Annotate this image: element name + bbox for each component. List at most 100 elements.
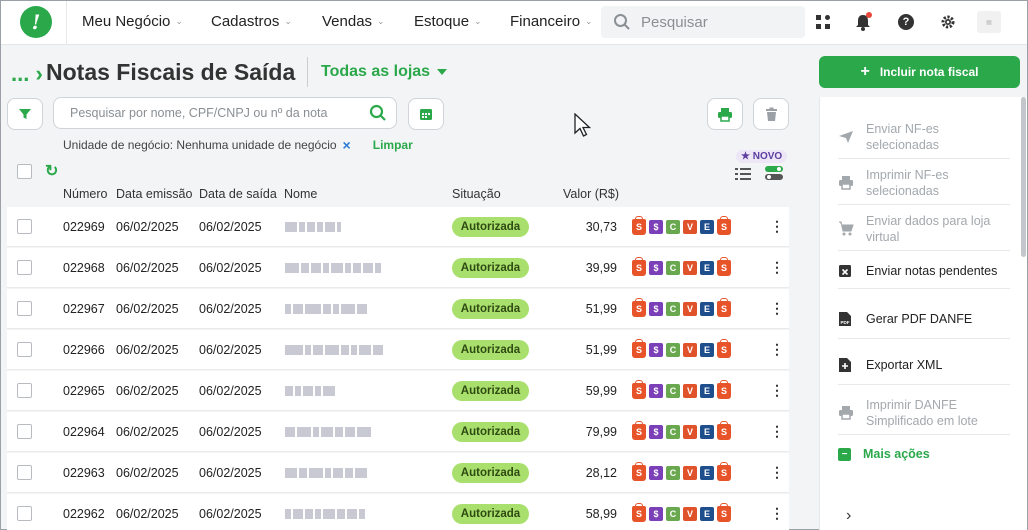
more-actions-button[interactable]: − Mais ações: [838, 447, 930, 461]
e-badge-icon[interactable]: E: [700, 302, 714, 316]
table-row[interactable]: 022963 06/02/2025 06/02/2025 Autorizada 28,1…: [7, 453, 789, 493]
row-menu-icon[interactable]: ⋮: [770, 505, 784, 522]
c-badge-icon[interactable]: C: [666, 466, 680, 480]
column-data-emissao[interactable]: Data emissão: [116, 187, 192, 201]
row-checkbox[interactable]: [17, 260, 32, 275]
c-badge-icon[interactable]: C: [666, 425, 680, 439]
column-nome[interactable]: Nome: [284, 187, 317, 201]
gear-icon[interactable]: [938, 12, 958, 32]
row-checkbox[interactable]: [17, 383, 32, 398]
table-row[interactable]: 022967 06/02/2025 06/02/2025 Autorizada 51,9…: [7, 289, 789, 329]
search-icon[interactable]: [360, 104, 396, 122]
shopping-bag-icon[interactable]: S: [717, 216, 731, 235]
c-badge-icon[interactable]: C: [666, 384, 680, 398]
add-invoice-button[interactable]: + Incluir nota fiscal: [819, 56, 1020, 88]
panel-action-3[interactable]: Enviar dados para loja virtual: [838, 207, 1010, 251]
dollar-icon[interactable]: $: [649, 425, 663, 439]
row-menu-icon[interactable]: ⋮: [770, 300, 784, 317]
row-menu-icon[interactable]: ⋮: [770, 341, 784, 358]
app-logo[interactable]: !: [20, 6, 52, 38]
chevron-right-icon[interactable]: ›: [846, 507, 851, 525]
shopping-bag-icon[interactable]: S: [717, 503, 731, 522]
panel-action-2[interactable]: Imprimir NF-es selecionadas: [838, 161, 1010, 205]
c-badge-icon[interactable]: C: [666, 343, 680, 357]
dollar-icon[interactable]: $: [649, 507, 663, 521]
search-input[interactable]: Pesquisar por nome, CPF/CNPJ ou nº da no…: [53, 97, 397, 129]
avatar[interactable]: ▦: [977, 11, 1001, 33]
shopping-bag-icon[interactable]: S: [632, 421, 646, 440]
c-badge-icon[interactable]: C: [666, 261, 680, 275]
shopping-bag-icon[interactable]: S: [632, 380, 646, 399]
date-filter-button[interactable]: [408, 98, 444, 130]
e-badge-icon[interactable]: E: [700, 466, 714, 480]
help-icon[interactable]: ?: [896, 12, 916, 32]
e-badge-icon[interactable]: E: [700, 507, 714, 521]
panel-action-4[interactable]: Enviar notas pendentes: [838, 253, 1010, 289]
e-badge-icon[interactable]: E: [700, 343, 714, 357]
nav-search-input[interactable]: Pesquisar: [601, 6, 805, 38]
shopping-bag-icon[interactable]: S: [632, 216, 646, 235]
v-badge-icon[interactable]: V: [683, 384, 697, 398]
c-badge-icon[interactable]: C: [666, 220, 680, 234]
shopping-bag-icon[interactable]: S: [717, 462, 731, 481]
e-badge-icon[interactable]: E: [700, 384, 714, 398]
row-checkbox[interactable]: [17, 506, 32, 521]
v-badge-icon[interactable]: V: [683, 343, 697, 357]
column-data-saida[interactable]: Data de saída: [199, 187, 277, 201]
e-badge-icon[interactable]: E: [700, 261, 714, 275]
row-menu-icon[interactable]: ⋮: [770, 382, 784, 399]
column-valor[interactable]: Valor (R$): [563, 187, 619, 201]
nav-item-vendas[interactable]: Vendas ⌄: [322, 13, 385, 30]
row-menu-icon[interactable]: ⋮: [770, 259, 784, 276]
dollar-icon[interactable]: $: [649, 220, 663, 234]
row-menu-icon[interactable]: ⋮: [770, 218, 784, 235]
e-badge-icon[interactable]: E: [700, 220, 714, 234]
dollar-icon[interactable]: $: [649, 261, 663, 275]
table-row[interactable]: 022965 06/02/2025 06/02/2025 Autorizada 59,9…: [7, 371, 789, 411]
v-badge-icon[interactable]: V: [683, 220, 697, 234]
nav-item-estoque[interactable]: Estoque ⌄: [414, 13, 482, 30]
panel-action-6[interactable]: Exportar XML: [838, 345, 1010, 385]
row-checkbox[interactable]: [17, 219, 32, 234]
select-all-checkbox[interactable]: [17, 164, 32, 179]
dollar-icon[interactable]: $: [649, 343, 663, 357]
c-badge-icon[interactable]: C: [666, 302, 680, 316]
print-button[interactable]: [707, 98, 743, 130]
column-situacao[interactable]: Situação: [452, 187, 501, 201]
delete-button[interactable]: [753, 98, 789, 130]
filter-button[interactable]: [7, 98, 43, 130]
nav-item-cadastros[interactable]: Cadastros ⌄: [211, 13, 292, 30]
table-row[interactable]: 022968 06/02/2025 06/02/2025 Autorizada 39,9…: [7, 248, 789, 288]
table-row[interactable]: 022962 06/02/2025 06/02/2025 Autorizada 58,9…: [7, 494, 789, 530]
dollar-icon[interactable]: $: [649, 384, 663, 398]
table-row[interactable]: 022964 06/02/2025 06/02/2025 Autorizada 79,9…: [7, 412, 789, 452]
shopping-bag-icon[interactable]: S: [717, 257, 731, 276]
dollar-icon[interactable]: $: [649, 302, 663, 316]
shopping-bag-icon[interactable]: S: [632, 503, 646, 522]
store-selector[interactable]: Todas as lojas: [321, 63, 448, 81]
row-checkbox[interactable]: [17, 301, 32, 316]
row-checkbox[interactable]: [17, 465, 32, 480]
shopping-bag-icon[interactable]: S: [632, 298, 646, 317]
notification-bell-icon[interactable]: [853, 12, 873, 32]
shopping-bag-icon[interactable]: S: [632, 462, 646, 481]
shopping-bag-icon[interactable]: S: [717, 380, 731, 399]
remove-filter-icon[interactable]: ×: [343, 137, 351, 153]
nav-item-financeiro[interactable]: Financeiro ⌄: [510, 13, 593, 30]
c-badge-icon[interactable]: C: [666, 507, 680, 521]
table-row[interactable]: 022969 06/02/2025 06/02/2025 Autorizada 30,7…: [7, 207, 789, 247]
breadcrumb[interactable]: ... ›: [11, 61, 43, 87]
row-checkbox[interactable]: [17, 424, 32, 439]
panel-action-1[interactable]: Enviar NF-es selecionadas: [838, 115, 1010, 159]
shopping-bag-icon[interactable]: S: [632, 257, 646, 276]
dollar-icon[interactable]: $: [649, 466, 663, 480]
clear-filters-link[interactable]: Limpar: [373, 138, 413, 152]
row-checkbox[interactable]: [17, 342, 32, 357]
row-menu-icon[interactable]: ⋮: [770, 423, 784, 440]
refresh-icon[interactable]: ↻: [45, 161, 58, 181]
row-menu-icon[interactable]: ⋮: [770, 464, 784, 481]
panel-action-7[interactable]: Imprimir DANFE Simplificado em lote: [838, 391, 1010, 435]
shopping-bag-icon[interactable]: S: [717, 421, 731, 440]
table-row[interactable]: 022966 06/02/2025 06/02/2025 Autorizada 51,9…: [7, 330, 789, 370]
column-numero[interactable]: Número: [63, 187, 107, 201]
